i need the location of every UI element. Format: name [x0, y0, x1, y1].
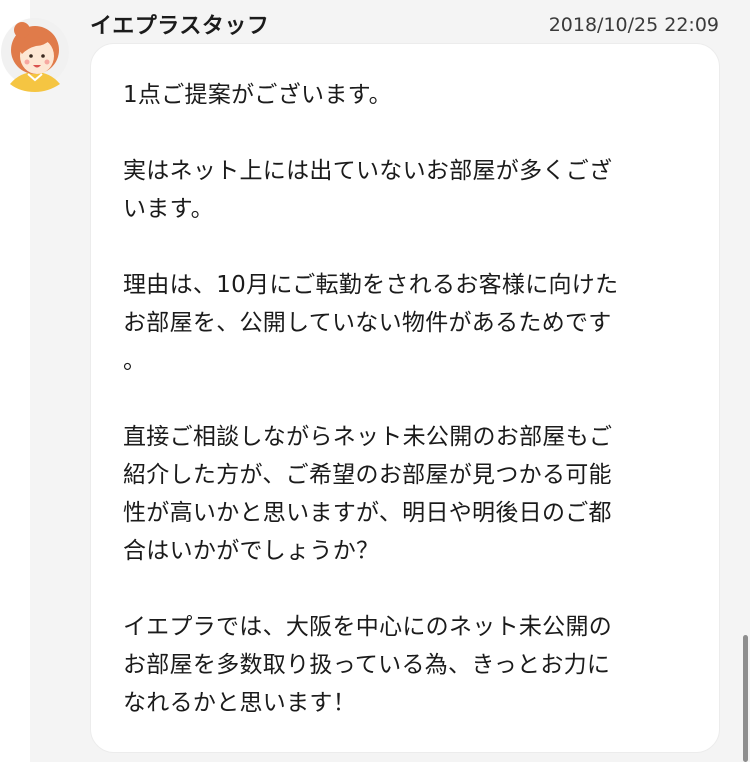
message-paragraph: 理由は、10月にご転勤をされるお客様に向けた お部屋を、公開していない物件がある…	[123, 266, 683, 380]
message-line: お部屋を、公開していない物件があるためです	[123, 310, 612, 336]
message-line: 直接ご相談しながらネット未公開のお部屋もご	[123, 424, 613, 450]
message-timestamp: 2018/10/25 22:09	[548, 14, 719, 36]
scrollbar[interactable]	[742, 0, 750, 762]
message-line: お部屋を多数取り扱っている為、きっとお力に	[123, 652, 611, 678]
sender-name: イエプラスタッフ	[90, 14, 270, 39]
message-paragraph: 1点ご提案がございます。	[123, 76, 683, 114]
message-line: 。	[123, 348, 147, 374]
message-body: 1点ご提案がございます。 実はネット上には出ていないお部屋が多くござ います。 …	[123, 76, 683, 722]
message-paragraph: 直接ご相談しながらネット未公開のお部屋もご 紹介した方が、ご希望のお部屋が見つか…	[123, 418, 683, 570]
message-line: イエプラでは、大阪を中心にのネット未公開の	[123, 614, 613, 640]
message-paragraph: 実はネット上には出ていないお部屋が多くござ います。	[123, 152, 683, 228]
staff-avatar-icon[interactable]	[0, 10, 72, 92]
message-paragraph: イエプラでは、大阪を中心にのネット未公開の お部屋を多数取り扱っている為、きっと…	[123, 608, 683, 722]
message-line: 実はネット上には出ていないお部屋が多くござ	[123, 158, 613, 184]
message-line: 合はいかがでしょうか？	[123, 538, 380, 564]
message-line: 紹介した方が、ご希望のお部屋が見つかる可能	[123, 462, 612, 488]
message-line: 性が高いかと思いますが、明日や明後日のご都	[123, 500, 612, 526]
scrollbar-thumb[interactable]	[743, 635, 748, 762]
message-line: なれるかと思います！	[123, 690, 356, 716]
message-line: います。	[123, 196, 214, 222]
message-line: 1点ご提案がございます。	[123, 82, 392, 108]
message-line: 理由は、10月にご転勤をされるお客様に向けた	[123, 272, 619, 298]
